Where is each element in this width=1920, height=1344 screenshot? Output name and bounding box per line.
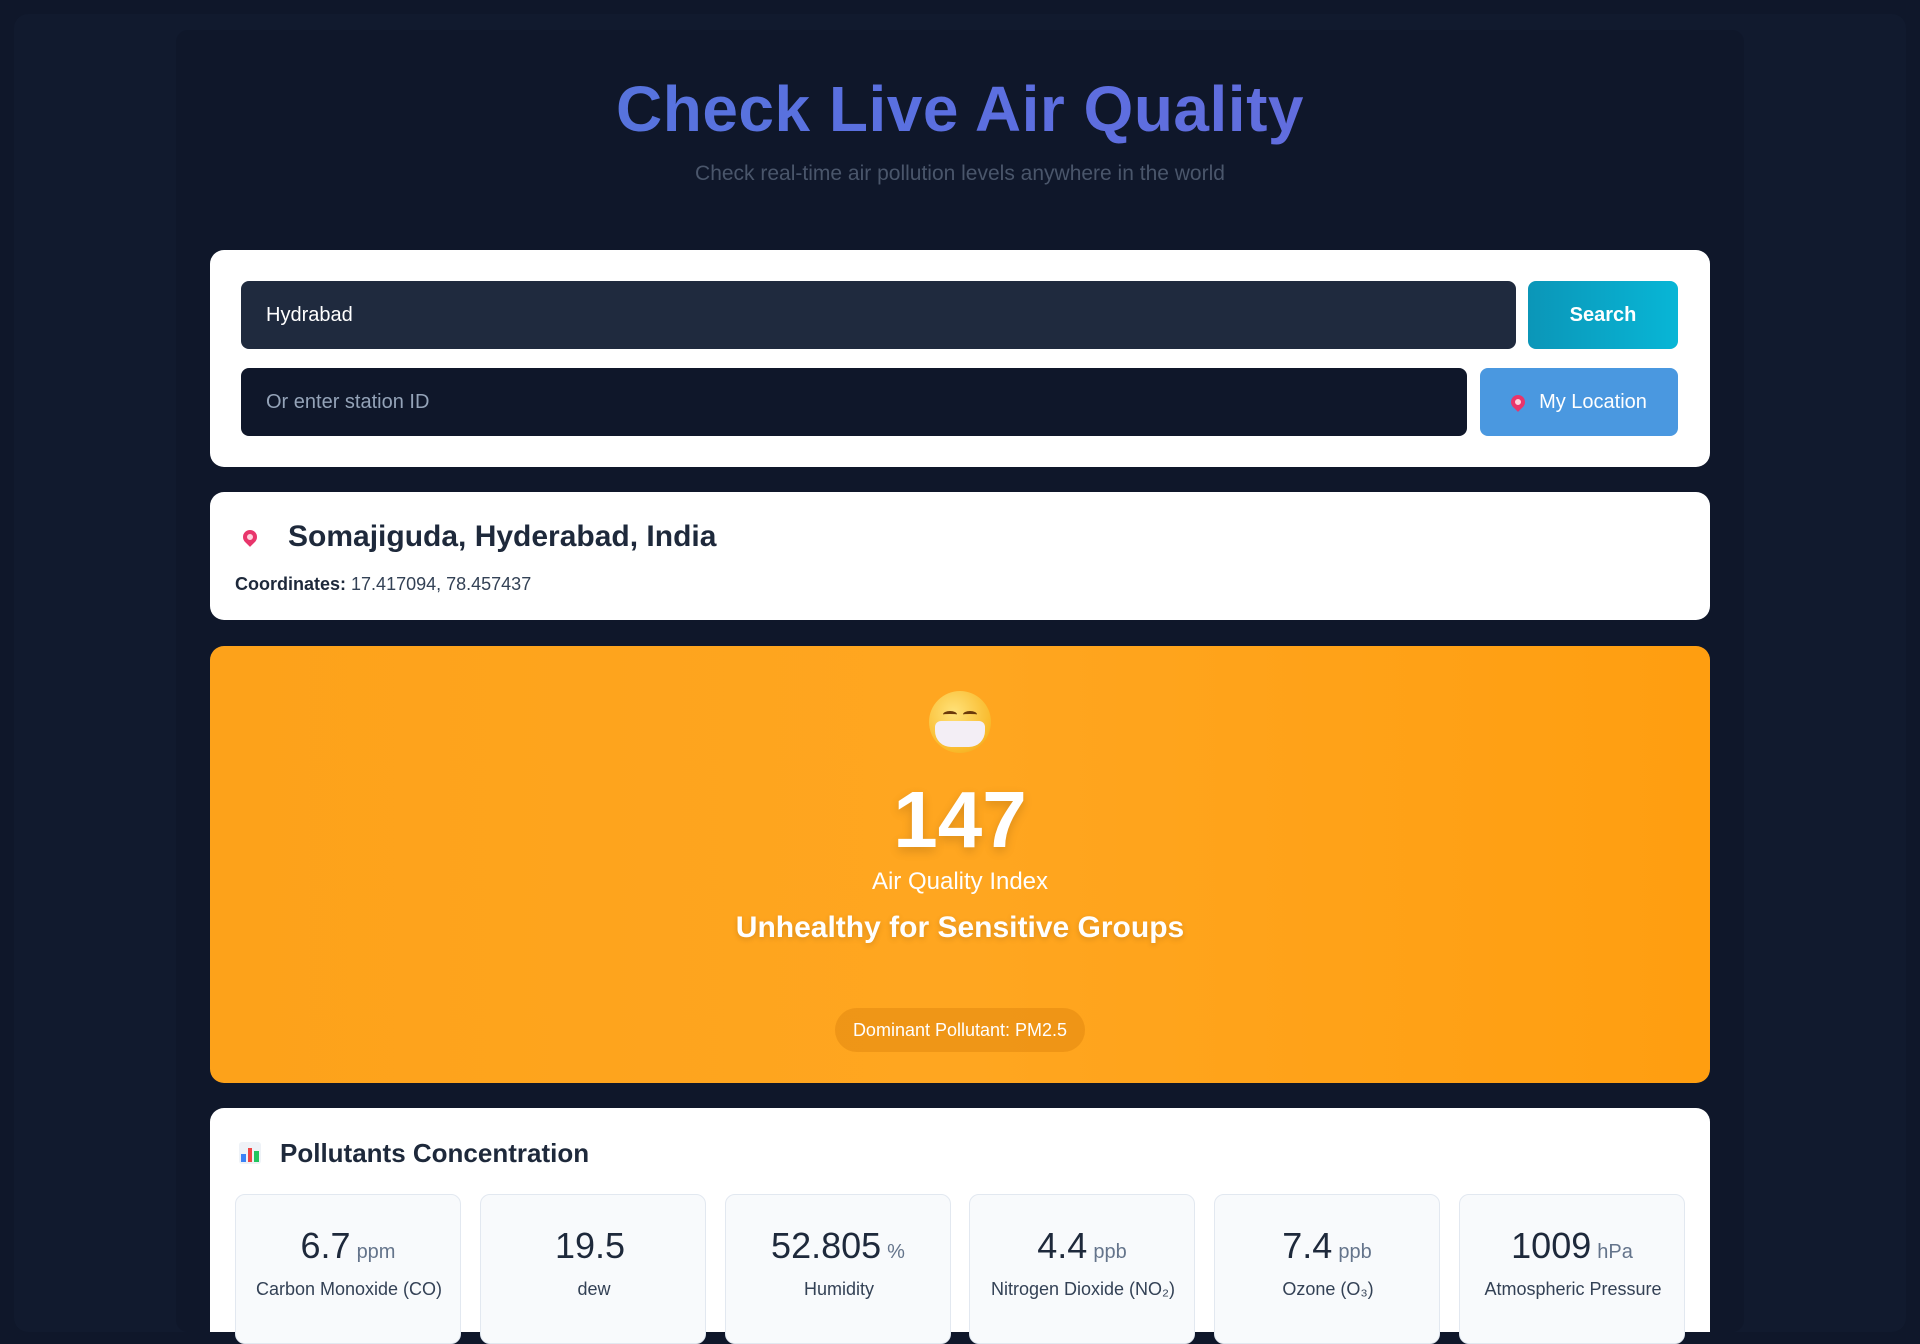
search-card: Search My Location (210, 250, 1710, 467)
pollutant-value: 6.7 (300, 1225, 351, 1266)
station-id-input[interactable] (241, 368, 1467, 436)
pollutant-name: Nitrogen Dioxide (NO₂) (990, 1279, 1176, 1299)
pollutant-unit: ppb (1338, 1241, 1372, 1263)
city-search-input[interactable] (241, 281, 1516, 349)
location-name: Somajiguda, Hyderabad, India (288, 520, 717, 553)
pollutant-unit: % (887, 1241, 905, 1263)
aqi-status: Unhealthy for Sensitive Groups (735, 911, 1185, 944)
aqi-label: Air Quality Index (871, 868, 1049, 895)
coordinates: Coordinates: 17.417094, 78.457437 (235, 574, 531, 595)
pollutant-tile-humidity: 52.805% Humidity (725, 1194, 951, 1344)
mask-face-icon (929, 691, 991, 753)
my-location-label: My Location (1539, 390, 1647, 413)
dominant-pollutant-badge: Dominant Pollutant: PM2.5 (835, 1008, 1085, 1052)
pollutants-title: Pollutants Concentration (280, 1138, 590, 1168)
pin-icon (1508, 392, 1528, 412)
location-card: Somajiguda, Hyderabad, India Coordinates… (210, 492, 1710, 620)
pollutant-value: 19.5 (554, 1225, 626, 1266)
aqi-card: 147 Air Quality Index Unhealthy for Sens… (210, 646, 1710, 1083)
location-pin-icon (240, 527, 260, 547)
my-location-button[interactable]: My Location (1480, 368, 1678, 436)
pollutant-tile-dew: 19.5 dew (480, 1194, 706, 1344)
pollutant-value: 52.805 (771, 1225, 882, 1266)
page-subtitle: Check real-time air pollution levels any… (695, 162, 1225, 185)
pollutant-value: 4.4 (1037, 1225, 1088, 1266)
aqi-value: 147 (893, 775, 1027, 864)
pollutant-value: 7.4 (1282, 1225, 1333, 1266)
pollutant-tile-co: 6.7 ppm Carbon Monoxide (CO) (235, 1194, 461, 1344)
pollutant-tile-pressure: 1009 hPa Atmospheric Pressure (1459, 1194, 1685, 1344)
pollutant-name: dew (577, 1279, 611, 1299)
pollutant-tile-ozone: 7.4 ppb Ozone (O₃) (1214, 1194, 1440, 1344)
pollutant-unit: hPa (1597, 1241, 1633, 1263)
bar-chart-icon (239, 1142, 261, 1164)
pollutant-name: Ozone (O₃) (1282, 1279, 1374, 1299)
coordinates-value: 17.417094, 78.457437 (351, 574, 532, 594)
search-button[interactable]: Search (1528, 281, 1678, 349)
pollutant-name: Humidity (803, 1279, 874, 1299)
pollutant-value: 1009 (1511, 1225, 1592, 1266)
pollutant-name: Carbon Monoxide (CO) (255, 1279, 443, 1299)
pollutant-unit: ppm (356, 1241, 396, 1263)
pollutant-name: Atmospheric Pressure (1484, 1279, 1662, 1299)
page-title: Check Live Air Quality (0, 72, 1920, 146)
coordinates-label: Coordinates: (235, 574, 347, 594)
pollutants-card: Pollutants Concentration 6.7 ppm Carbon M… (210, 1108, 1710, 1344)
pollutant-unit: ppb (1093, 1241, 1127, 1263)
pollutant-tile-no2: 4.4 ppb Nitrogen Dioxide (NO₂) (969, 1194, 1195, 1344)
